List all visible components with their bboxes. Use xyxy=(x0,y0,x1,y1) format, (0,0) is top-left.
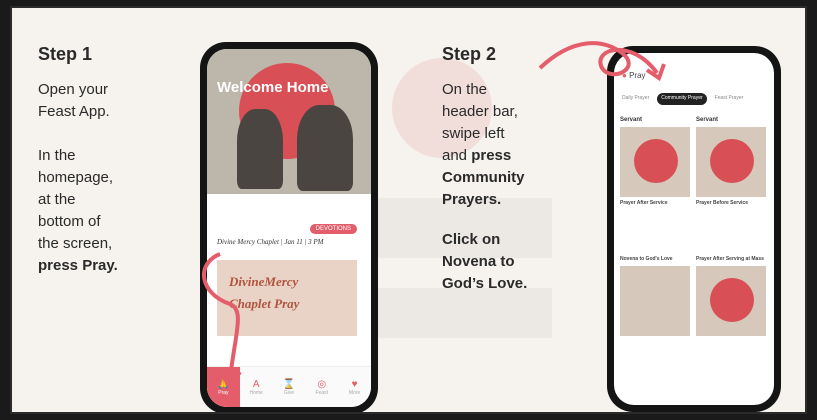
feast-icon: ◎ xyxy=(317,378,327,390)
step1-line: press Pray. xyxy=(38,255,148,277)
nav-feast[interactable]: ◎ Feast xyxy=(305,367,338,407)
step2-bold: Prayers. xyxy=(442,191,502,208)
person-image xyxy=(297,105,353,191)
prayer-caption: Prayer After Service xyxy=(620,200,668,206)
step2-line: swipe left xyxy=(442,125,505,142)
prayer-caption: Prayer Before Service xyxy=(696,200,748,206)
step2-bold: Community xyxy=(442,169,525,186)
step1-line: Open your xyxy=(38,81,109,98)
nav-label: Give xyxy=(283,389,295,396)
column-header: Servant xyxy=(696,117,719,123)
give-icon: ⌛ xyxy=(282,378,296,390)
step1-line: Feast App. xyxy=(38,103,110,120)
phone2-screen: ● Pray Daily Prayer Community Prayer Fea… xyxy=(614,53,774,405)
pointer-arrow-1 xyxy=(202,252,242,390)
step2-line: and press xyxy=(442,145,562,167)
step2-line: Community xyxy=(442,167,562,189)
heart-icon: ♥ xyxy=(351,378,358,390)
prayer-card[interactable]: Servant Prayer Before Service xyxy=(696,117,766,206)
step1-line: In the xyxy=(38,147,76,164)
step1-bold: press Pray. xyxy=(38,257,118,274)
prayer-caption: Prayer After Serving at Mass xyxy=(696,256,764,262)
step1-block: Step 1 Open your Feast App. In the homep… xyxy=(38,44,148,277)
novena-card[interactable]: Novena to God's Love xyxy=(620,253,690,336)
step1-line: the screen, xyxy=(38,235,113,252)
step1-line: bottom of xyxy=(38,213,101,230)
prayer-image xyxy=(620,266,690,336)
prayer-card[interactable]: Servant Prayer After Service xyxy=(620,117,690,206)
devotion-pill: DEVOTIONS xyxy=(309,224,357,234)
prayer-caption: Novena to God's Love xyxy=(620,256,673,262)
step2-bold: Click on xyxy=(442,231,501,248)
step1-title: Step 1 xyxy=(38,44,93,64)
nav-label: More xyxy=(348,389,361,396)
step2-line: Prayers. xyxy=(442,189,562,211)
nav-label: Feast xyxy=(315,389,329,396)
nav-more[interactable]: ♥ More xyxy=(338,367,371,407)
step2-bold: Novena to xyxy=(442,253,515,270)
prayer-image xyxy=(696,266,766,336)
step2-bold: God’s Love. xyxy=(442,275,528,292)
tab-feast[interactable]: Feast Prayer xyxy=(711,93,748,105)
step2-line: header bar, xyxy=(442,103,518,120)
hero-title: Welcome Home xyxy=(217,79,329,96)
nav-give[interactable]: ⌛ Give xyxy=(273,367,306,407)
step2-and: and xyxy=(442,147,468,164)
step2-press: press xyxy=(471,147,512,164)
step2-line: Novena to xyxy=(442,251,562,273)
prayer-card[interactable]: Prayer After Serving at Mass xyxy=(696,253,766,336)
step1-line: at the xyxy=(38,191,76,208)
person-image xyxy=(237,109,283,189)
welcome-hero: Welcome Home xyxy=(207,49,371,194)
step2-line: God’s Love. xyxy=(442,273,562,295)
prayer-image xyxy=(696,127,766,197)
step1-line: homepage, xyxy=(38,169,114,186)
column-header: Servant xyxy=(620,117,643,123)
step2-line: Click on xyxy=(442,229,562,251)
pointer-arrow-2 xyxy=(538,41,666,82)
prayer-image xyxy=(620,127,690,197)
slide: Step 1 Open your Feast App. In the homep… xyxy=(10,6,807,414)
phone-mockup-2: ● Pray Daily Prayer Community Prayer Fea… xyxy=(607,46,781,412)
